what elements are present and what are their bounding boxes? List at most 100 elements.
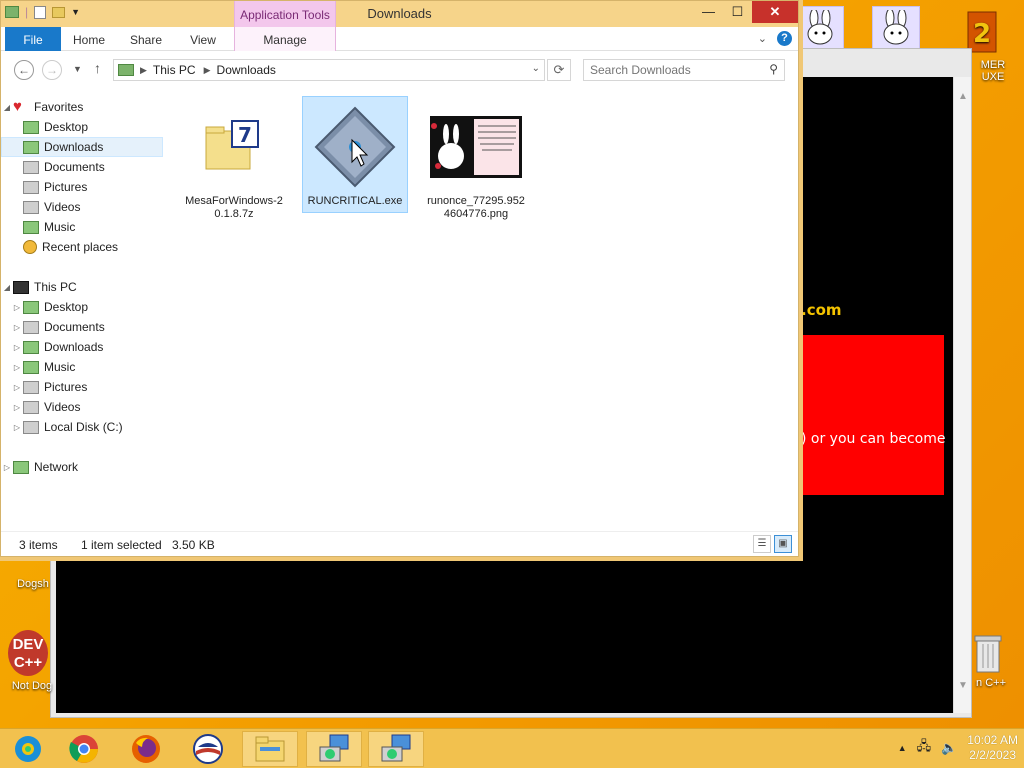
search-box[interactable]: ⚲ [583,59,785,81]
downloads-icon [23,340,39,354]
nav-pc-pictures[interactable]: ▷ Pictures [1,377,163,397]
nav-pc-downloads[interactable]: ▷ Downloads [1,337,163,357]
pictures-icon [23,380,39,394]
recent-locations-icon[interactable]: ▼ [73,64,82,74]
desktop-icon-recycle-bin[interactable]: n C++ [956,632,1006,689]
status-item-count: 3 items [19,538,58,552]
large-icons-view-icon[interactable]: ▣ [774,535,792,553]
desktop-icon [23,120,39,134]
file-name: runonce_77295.9524604776.png [427,195,525,220]
nav-pc-videos[interactable]: ▷ Videos [1,397,163,417]
nav-fav-documents[interactable]: Documents [1,157,163,177]
file-list[interactable]: 7 MesaForWindows-20.1.8.7z RUNCRITICAL.e… [171,93,798,529]
chevron-right-icon[interactable]: ▷ [11,383,23,392]
clock[interactable]: 10:02 AM 2/2/2023 [967,733,1018,763]
nav-pc-documents[interactable]: ▷ Documents [1,317,163,337]
nav-this-pc[interactable]: ◢ This PC [1,277,163,297]
scroll-up-icon[interactable]: ▲ [958,91,968,102]
desktop-icon [23,300,39,314]
details-view-icon[interactable]: ☰ [753,535,771,553]
tab-home[interactable]: Home [67,27,111,51]
file-explorer-window[interactable]: | ▼ Application Tools Downloads — ☐ ✕ Fi… [0,0,799,557]
nav-fav-recent-places[interactable]: Recent places [1,237,163,257]
taskbar-firefox[interactable] [118,731,174,767]
up-button[interactable]: ↑ [94,60,101,76]
desktop-icon-dev-cpp[interactable]: DEV C++ Not Dog [8,630,56,692]
dev-cpp-icon: DEV C++ [8,630,48,676]
documents-icon [23,320,39,334]
refresh-button[interactable]: ⟳ [547,59,571,81]
network-tray-icon[interactable]: 🖧 [917,737,932,759]
thumb: 7 [186,101,282,193]
background-red-banner-text: ) or you can become [801,431,946,447]
file-item-runcritical[interactable]: RUNCRITICAL.exe [302,96,408,213]
show-hidden-icons-icon[interactable]: ▲ [898,743,907,753]
search-icon[interactable]: ⚲ [769,62,778,76]
breadcrumb-downloads[interactable]: Downloads [217,63,276,77]
bunny-thumbnail-1[interactable] [796,6,844,50]
chevron-right-icon[interactable]: ▷ [11,403,23,412]
chevron-right-icon[interactable]: ▷ [11,303,23,312]
taskbar-obama-app[interactable] [180,731,236,767]
nav-fav-videos[interactable]: Videos [1,197,163,217]
ribbon-tabs: File Home Share View Manage ⌄ ? [1,27,798,51]
bunny-thumbnail-2[interactable] [872,6,920,50]
chevron-right-icon[interactable]: ▶ [204,65,211,76]
nav-fav-downloads[interactable]: Downloads [1,137,163,157]
chevron-right-icon[interactable]: ▷ [11,323,23,332]
taskbar-installer-2[interactable] [368,731,424,767]
minimize-button[interactable]: — [694,1,723,23]
tab-manage[interactable]: Manage [234,27,336,51]
address-input[interactable]: ▶ This PC ▶ Downloads ⌄ [113,59,545,81]
taskbar-photos[interactable] [0,731,56,767]
nav-fav-music[interactable]: Music [1,217,163,237]
desktop-icon-label: MER UXE [980,59,1006,83]
nav-fav-pictures[interactable]: Pictures [1,177,163,197]
chevron-down-icon[interactable]: ⌄ [532,63,540,74]
chevron-right-icon[interactable]: ▷ [11,343,23,352]
desktop-icon-label: Dogsh [17,578,49,590]
tab-share[interactable]: Share [123,27,169,51]
background-window-scrollbar[interactable]: ▲ ▼ [953,77,971,713]
volume-icon[interactable]: 🔈 [941,740,957,756]
documents-icon [23,160,39,174]
taskbar-installer-1[interactable] [306,731,362,767]
file-name: MesaForWindows-20.1.8.7z [185,195,283,220]
title-bar[interactable]: | ▼ Application Tools Downloads — ☐ ✕ [1,1,798,27]
search-input[interactable] [590,61,760,79]
back-button[interactable]: ← [14,60,34,80]
desktop-icon-dogsh[interactable]: Dogsh [10,560,56,590]
expand-ribbon-icon[interactable]: ⌄ [758,32,767,45]
chevron-right-icon[interactable]: ▷ [1,463,13,472]
chevron-right-icon[interactable]: ▷ [11,363,23,372]
help-icon[interactable]: ? [777,31,792,46]
chevron-right-icon[interactable]: ▷ [11,423,23,432]
nav-network[interactable]: ▷ Network [1,457,163,477]
chevron-right-icon[interactable]: ▶ [140,65,147,76]
maximize-button[interactable]: ☐ [723,1,752,23]
file-item-mesa[interactable]: 7 MesaForWindows-20.1.8.7z [181,97,287,225]
videos-icon [23,200,39,214]
nav-pc-local-disk[interactable]: ▷ Local Disk (C:) [1,417,163,437]
window-controls: — ☐ ✕ [694,1,798,23]
forward-button[interactable]: → [42,60,62,80]
network-icon [13,460,29,474]
nav-favorites[interactable]: ◢ ♥ Favorites [1,97,163,117]
nav-fav-desktop[interactable]: Desktop [1,117,163,137]
taskbar-chrome[interactable] [56,731,112,767]
tab-view[interactable]: View [181,27,225,51]
file-item-runonce-png[interactable]: runonce_77295.9524604776.png [423,97,529,225]
close-button[interactable]: ✕ [752,1,798,23]
status-selection: 1 item selected [81,538,162,552]
tab-file[interactable]: File [5,27,61,51]
nav-pc-desktop[interactable]: ▷ Desktop [1,297,163,317]
chevron-down-icon[interactable]: ◢ [1,283,13,292]
installer-icon [381,734,411,762]
recent-places-icon [23,240,37,254]
taskbar-file-explorer[interactable] [242,731,298,767]
chevron-down-icon[interactable]: ◢ [1,103,13,112]
pictures-icon [23,180,39,194]
music-icon [23,360,39,374]
nav-pc-music[interactable]: ▷ Music [1,357,163,377]
breadcrumb-this-pc[interactable]: This PC [153,63,196,77]
